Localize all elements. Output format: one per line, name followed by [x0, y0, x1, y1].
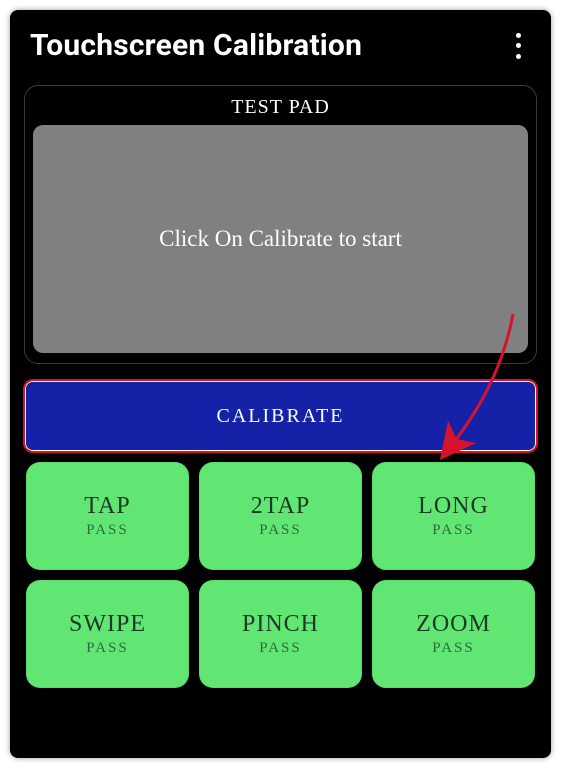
test-name: SWIPE: [69, 611, 146, 638]
test-name: LONG: [418, 493, 489, 520]
test-name: PINCH: [242, 611, 319, 638]
tests-grid: TAP PASS 2TAP PASS LONG PASS SWIPE PASS …: [24, 460, 537, 690]
test-status: PASS: [259, 640, 301, 657]
test-name: ZOOM: [416, 611, 491, 638]
test-pad-frame: TEST PAD Click On Calibrate to start: [24, 85, 537, 364]
test-pad-label: TEST PAD: [33, 92, 528, 125]
test-pad[interactable]: Click On Calibrate to start: [33, 125, 528, 353]
test-status: PASS: [86, 522, 128, 539]
test-tile-long[interactable]: LONG PASS: [372, 462, 535, 570]
app-header: Touchscreen Calibration: [24, 22, 537, 85]
test-name: 2TAP: [251, 493, 310, 520]
test-pad-message: Click On Calibrate to start: [159, 226, 402, 252]
test-name: TAP: [84, 493, 130, 520]
test-status: PASS: [259, 522, 301, 539]
test-status: PASS: [432, 522, 474, 539]
test-tile-zoom[interactable]: ZOOM PASS: [372, 580, 535, 688]
app-screen: Touchscreen Calibration TEST PAD Click O…: [10, 10, 551, 758]
test-tile-swipe[interactable]: SWIPE PASS: [26, 580, 189, 688]
test-status: PASS: [432, 640, 474, 657]
test-tile-tap[interactable]: TAP PASS: [26, 462, 189, 570]
calibrate-container: CALIBRATE: [26, 382, 535, 450]
calibrate-button[interactable]: CALIBRATE: [26, 382, 535, 450]
app-title: Touchscreen Calibration: [30, 28, 362, 63]
overflow-menu-icon[interactable]: [505, 31, 531, 61]
test-tile-pinch[interactable]: PINCH PASS: [199, 580, 362, 688]
test-tile-2tap[interactable]: 2TAP PASS: [199, 462, 362, 570]
test-status: PASS: [86, 640, 128, 657]
